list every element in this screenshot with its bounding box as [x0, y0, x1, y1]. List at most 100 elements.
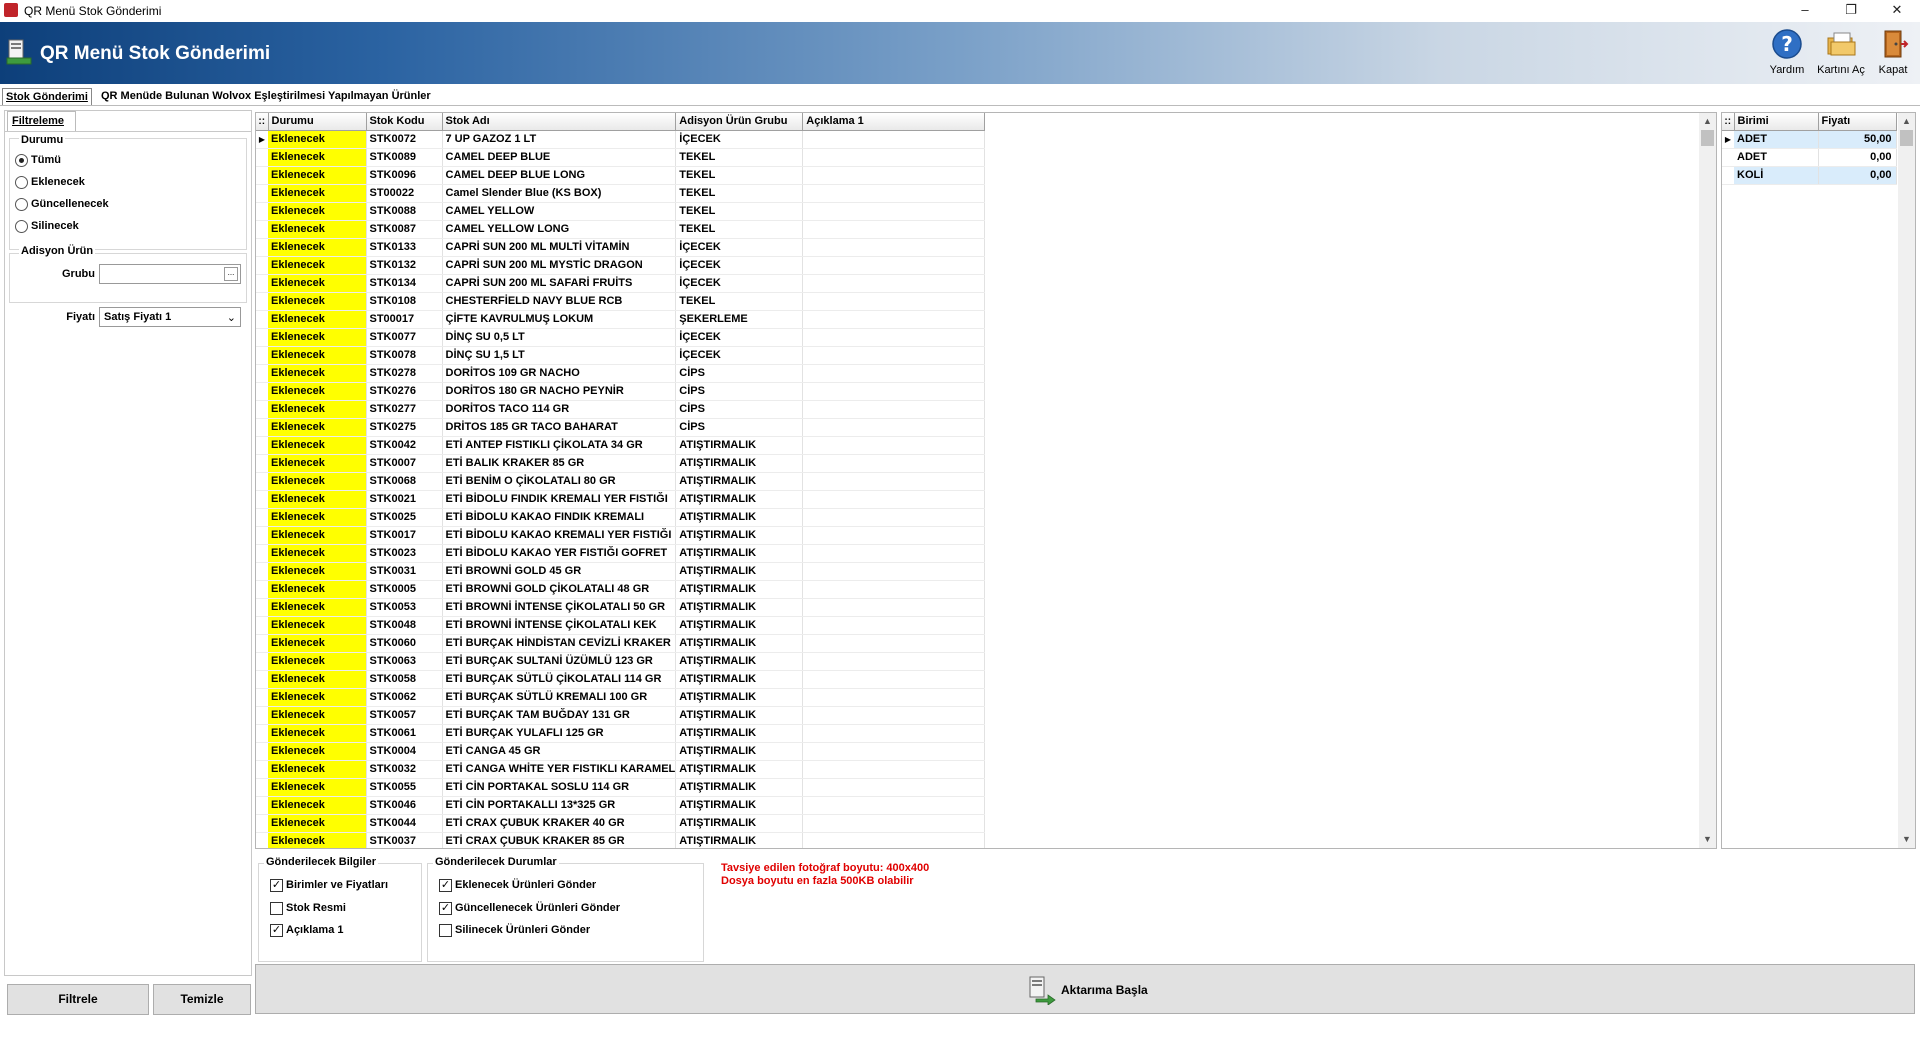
cell-description[interactable] — [802, 346, 986, 365]
cell-stock-name[interactable]: CAMEL YELLOW — [442, 202, 677, 221]
cell-product-group[interactable]: ATIŞTIRMALIK — [675, 562, 804, 581]
cell-status[interactable]: Eklenecek — [268, 778, 367, 797]
cell-product-group[interactable]: CİPS — [675, 364, 804, 383]
cell-stock-name[interactable]: ETİ ANTEP FISTIKLI ÇİKOLATA 34 GR — [442, 436, 677, 455]
col-price[interactable]: Fiyatı — [1818, 113, 1897, 131]
tab-filter[interactable]: Filtreleme — [7, 111, 76, 131]
cell-product-group[interactable]: İÇECEK — [675, 274, 804, 293]
cell-product-group[interactable]: ATIŞTIRMALIK — [675, 760, 804, 779]
cell-status[interactable]: Eklenecek — [268, 382, 367, 401]
cell-product-group[interactable]: ATIŞTIRMALIK — [675, 526, 804, 545]
cell-product-group[interactable]: TEKEL — [675, 184, 804, 203]
cell-status[interactable]: Eklenecek — [268, 796, 367, 815]
table-row[interactable]: Eklenecek STK0078 DİNÇ SU 1,5 LT İÇECEK — [256, 346, 986, 365]
table-row[interactable]: KOLİ 0,00 — [1722, 166, 1897, 185]
table-row[interactable]: Eklenecek STK0053 ETİ BROWNİ İNTENSE ÇİKOL… — [256, 598, 986, 617]
cell-description[interactable] — [802, 184, 986, 203]
cell-status[interactable]: Eklenecek — [268, 364, 367, 383]
cell-description[interactable] — [802, 670, 986, 689]
cell-status[interactable]: Eklenecek — [268, 544, 367, 563]
cell-product-group[interactable]: İÇECEK — [675, 130, 804, 149]
cell-status[interactable]: Eklenecek — [268, 760, 367, 779]
cell-product-group[interactable]: ATIŞTIRMALIK — [675, 670, 804, 689]
table-row[interactable]: Eklenecek STK0004 ETİ CANGA 45 GR ATIŞTIRMA… — [256, 742, 986, 761]
cell-stock-code[interactable]: STK0037 — [366, 832, 443, 848]
cell-stock-name[interactable]: ETİ BURÇAK SULTANİ ÜZÜMLÜ 123 GR — [442, 652, 677, 671]
cell-product-group[interactable]: ATIŞTIRMALIK — [675, 634, 804, 653]
cell-stock-code[interactable]: STK0061 — [366, 724, 443, 743]
table-row[interactable]: Eklenecek STK0017 ETİ BİDOLU KAKAO KREMALI… — [256, 526, 986, 545]
cell-stock-name[interactable]: ETİ BURÇAK YULAFLI 125 GR — [442, 724, 677, 743]
drag-handle-icon[interactable]: :: — [256, 113, 269, 131]
cell-stock-name[interactable]: CHESTERFİELD NAVY BLUE RCB — [442, 292, 677, 311]
cell-status[interactable]: Eklenecek — [268, 706, 367, 725]
cell-description[interactable] — [802, 616, 986, 635]
cell-stock-code[interactable]: STK0044 — [366, 814, 443, 833]
table-row[interactable]: Eklenecek STK0032 ETİ CANGA WHİTE YER FIST… — [256, 760, 986, 779]
cell-description[interactable] — [802, 166, 986, 185]
cell-description[interactable] — [802, 148, 986, 167]
cell-product-group[interactable]: TEKEL — [675, 148, 804, 167]
cell-status[interactable]: Eklenecek — [268, 724, 367, 743]
cell-description[interactable] — [802, 652, 986, 671]
cell-status[interactable]: Eklenecek — [268, 328, 367, 347]
cell-stock-code[interactable]: STK0055 — [366, 778, 443, 797]
cell-product-group[interactable]: ATIŞTIRMALIK — [675, 652, 804, 671]
grid-scrollbar[interactable]: ▲ ▼ — [1699, 113, 1716, 848]
cell-status[interactable]: Eklenecek — [268, 454, 367, 473]
cell-description[interactable] — [802, 562, 986, 581]
table-row[interactable]: Eklenecek STK0275 DRİTOS 185 GR TACO BAHAR… — [256, 418, 986, 437]
table-row[interactable]: Eklenecek STK0132 CAPRİ SUN 200 ML MYSTİC … — [256, 256, 986, 275]
table-row[interactable]: Eklenecek STK0062 ETİ BURÇAK SÜTLÜ KREMALI… — [256, 688, 986, 707]
table-row[interactable]: Eklenecek STK0088 CAMEL YELLOW TEKEL — [256, 202, 986, 221]
cell-description[interactable] — [802, 256, 986, 275]
cell-stock-name[interactable]: Camel Slender Blue (KS BOX) — [442, 184, 677, 203]
cell-status[interactable]: Eklenecek — [268, 130, 367, 149]
table-row[interactable]: Eklenecek STK0061 ETİ BURÇAK YULAFLI 125 G… — [256, 724, 986, 743]
cell-product-group[interactable]: ATIŞTIRMALIK — [675, 724, 804, 743]
cell-stock-name[interactable]: ETİ BURÇAK HİNDİSTAN CEVİZLİ KRAKER — [442, 634, 677, 653]
cell-stock-code[interactable]: STK0072 — [366, 130, 443, 149]
cell-stock-code[interactable]: STK0077 — [366, 328, 443, 347]
table-row[interactable]: Eklenecek STK0031 ETİ BROWNİ GOLD 45 GR ATI… — [256, 562, 986, 581]
table-row[interactable]: Eklenecek STK0096 CAMEL DEEP BLUE LONG TEKE… — [256, 166, 986, 185]
tab-unmatched-products[interactable]: QR Menüde Bulunan Wolvox Eşleştirilmesi … — [98, 88, 434, 106]
cell-product-group[interactable]: CİPS — [675, 418, 804, 437]
cell-status[interactable]: Eklenecek — [268, 508, 367, 527]
cell-stock-code[interactable]: STK0060 — [366, 634, 443, 653]
cell-description[interactable] — [802, 382, 986, 401]
cell-stock-name[interactable]: ETİ CİN PORTAKALLI 13*325 GR — [442, 796, 677, 815]
cell-stock-name[interactable]: CAMEL YELLOW LONG — [442, 220, 677, 239]
cell-description[interactable] — [802, 742, 986, 761]
cell-stock-name[interactable]: ETİ BİDOLU KAKAO FINDIK KREMALI — [442, 508, 677, 527]
cell-product-group[interactable]: TEKEL — [675, 292, 804, 311]
cell-description[interactable] — [802, 454, 986, 473]
cell-stock-name[interactable]: 7 UP GAZOZ 1 LT — [442, 130, 677, 149]
cell-status[interactable]: Eklenecek — [268, 472, 367, 491]
cell-status[interactable]: Eklenecek — [268, 598, 367, 617]
cell-description[interactable] — [802, 328, 986, 347]
close-window-button[interactable]: ✕ — [1874, 0, 1920, 22]
scroll-thumb[interactable] — [1701, 130, 1714, 146]
col-unit[interactable]: Birimi — [1734, 113, 1819, 131]
cell-stock-name[interactable]: DİNÇ SU 1,5 LT — [442, 346, 677, 365]
cell-stock-code[interactable]: STK0096 — [366, 166, 443, 185]
cell-product-group[interactable]: İÇECEK — [675, 256, 804, 275]
send-info-checkbox-1[interactable]: Stok Resmi — [270, 901, 346, 917]
table-row[interactable]: Eklenecek ST00017 ÇİFTE KAVRULMUŞ LOKUM ŞEK… — [256, 310, 986, 329]
cell-product-group[interactable]: ATIŞTIRMALIK — [675, 706, 804, 725]
table-row[interactable]: Eklenecek STK0055 ETİ CİN PORTAKAL SOSLU 1… — [256, 778, 986, 797]
table-row[interactable]: ▶ Eklenecek STK0072 7 UP GAZOZ 1 LT İÇECEK — [256, 130, 986, 149]
cell-product-group[interactable]: ATIŞTIRMALIK — [675, 778, 804, 797]
ellipsis-icon[interactable]: ... — [224, 267, 238, 281]
cell-stock-code[interactable]: ST00022 — [366, 184, 443, 203]
cell-stock-name[interactable]: ETİ BROWNİ GOLD ÇİKOLATALI 48 GR — [442, 580, 677, 599]
cell-stock-name[interactable]: ETİ BENİM O ÇİKOLATALI 80 GR — [442, 472, 677, 491]
scroll-down-icon[interactable]: ▼ — [1898, 831, 1915, 848]
table-row[interactable]: Eklenecek STK0077 DİNÇ SU 0,5 LT İÇECEK — [256, 328, 986, 347]
cell-stock-name[interactable]: DORİTOS 109 GR NACHO — [442, 364, 677, 383]
filter-button[interactable]: Filtrele — [7, 984, 149, 1015]
cell-product-group[interactable]: ATIŞTIRMALIK — [675, 688, 804, 707]
table-row[interactable]: Eklenecek STK0044 ETİ CRAX ÇUBUK KRAKER 40… — [256, 814, 986, 833]
cell-status[interactable]: Eklenecek — [268, 436, 367, 455]
